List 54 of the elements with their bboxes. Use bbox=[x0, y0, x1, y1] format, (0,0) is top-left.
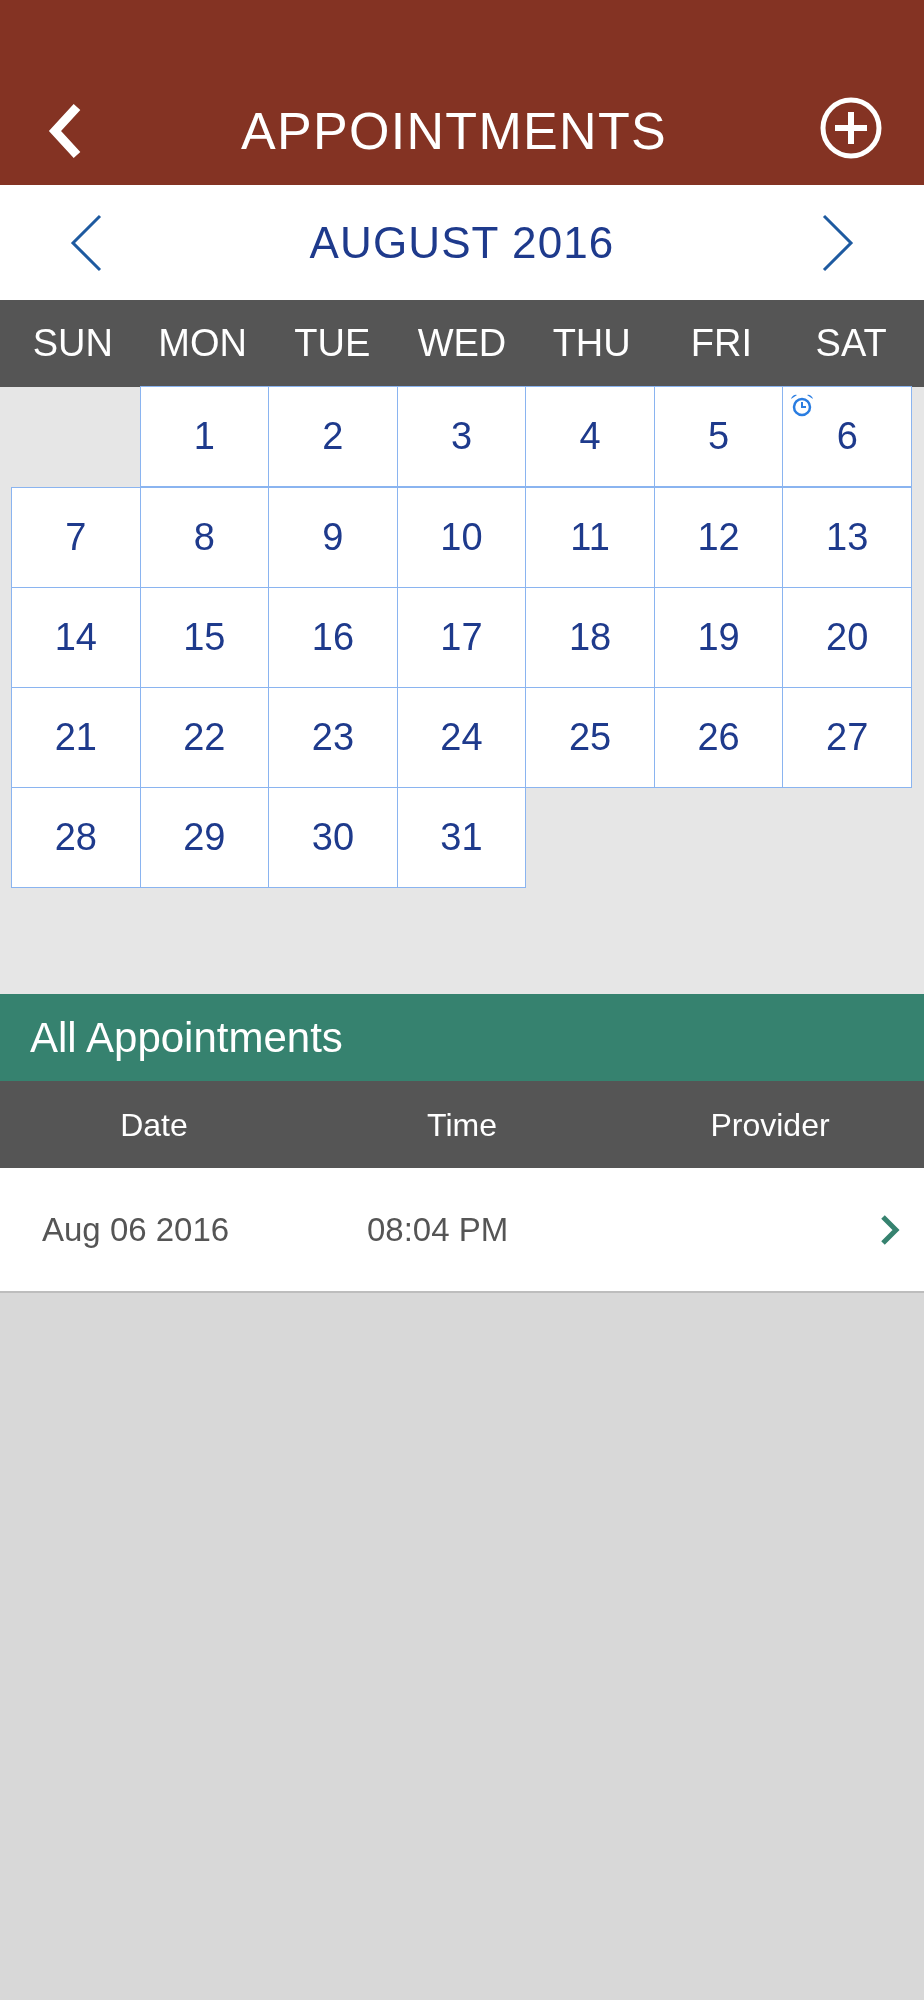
weekday-label: WED bbox=[416, 321, 508, 366]
weekday-label: MON bbox=[157, 321, 248, 366]
column-header: Date bbox=[119, 1105, 189, 1145]
day-cell[interactable]: 7 bbox=[11, 487, 141, 588]
screen-title: APPOINTMENTS bbox=[240, 101, 668, 161]
column-header: Provider bbox=[709, 1105, 831, 1145]
day-cell[interactable]: 26 bbox=[653, 687, 784, 788]
day-cell[interactable]: 11 bbox=[525, 487, 655, 588]
chevron-right-icon bbox=[880, 1213, 900, 1246]
day-cell[interactable]: 14 bbox=[11, 587, 141, 688]
day-cell[interactable]: 8 bbox=[139, 487, 270, 588]
day-cell[interactable]: 17 bbox=[396, 587, 527, 688]
day-cell[interactable]: 20 bbox=[782, 587, 912, 688]
weekday-label: FRI bbox=[689, 321, 754, 366]
day-cell[interactable]: 1 bbox=[139, 386, 270, 487]
day-cell[interactable]: 31 bbox=[396, 787, 527, 888]
day-cell[interactable]: 6 bbox=[782, 386, 912, 487]
day-cell[interactable]: 16 bbox=[268, 587, 398, 688]
weekday-label: SUN bbox=[31, 321, 114, 366]
day-cell[interactable]: 24 bbox=[396, 687, 527, 788]
day-cell[interactable]: 12 bbox=[653, 487, 784, 588]
day-cell[interactable]: 30 bbox=[268, 787, 398, 888]
day-cell[interactable]: 21 bbox=[11, 687, 141, 788]
next-month-button[interactable] bbox=[822, 213, 854, 272]
chevron-left-icon bbox=[70, 213, 102, 272]
day-cell[interactable]: 2 bbox=[268, 386, 398, 487]
day-cell[interactable]: 5 bbox=[653, 386, 784, 487]
day-cell[interactable]: 25 bbox=[525, 687, 655, 788]
day-cell[interactable]: 27 bbox=[782, 687, 912, 788]
time-text: 08:04 PM bbox=[367, 1209, 510, 1250]
month-title: AUGUST 2016 bbox=[308, 216, 616, 269]
day-cell[interactable]: 28 bbox=[11, 787, 141, 888]
day-cell[interactable]: 29 bbox=[139, 787, 270, 888]
previous-month-button[interactable] bbox=[70, 213, 102, 272]
column-header: Time bbox=[426, 1105, 498, 1145]
day-cell[interactable]: 23 bbox=[268, 687, 398, 788]
back-icon bbox=[47, 103, 83, 159]
chevron-right-icon bbox=[822, 213, 854, 272]
day-cell[interactable]: 22 bbox=[139, 687, 270, 788]
add-icon bbox=[819, 96, 883, 160]
day-cell[interactable]: 13 bbox=[782, 487, 912, 588]
day-cell[interactable]: 9 bbox=[268, 487, 398, 588]
weekday-label: SAT bbox=[814, 321, 888, 366]
day-cell[interactable]: 19 bbox=[653, 587, 784, 688]
day-cell[interactable]: 4 bbox=[525, 386, 655, 487]
day-cell[interactable]: 3 bbox=[396, 386, 527, 487]
day-cell[interactable]: 15 bbox=[139, 587, 270, 688]
section-title: All Appointments bbox=[30, 1013, 343, 1063]
add-button[interactable] bbox=[818, 95, 884, 161]
weekday-label: TUE bbox=[293, 321, 372, 366]
day-cell[interactable]: 10 bbox=[396, 487, 527, 588]
date-text: Aug 06 2016 bbox=[42, 1209, 231, 1250]
day-cell[interactable]: 18 bbox=[525, 587, 655, 688]
weekday-label: THU bbox=[551, 321, 632, 366]
